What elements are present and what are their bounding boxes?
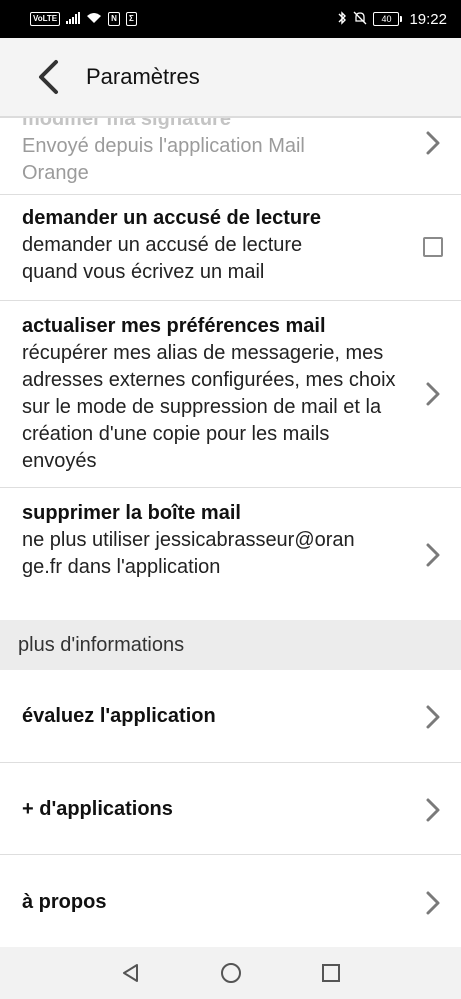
triangle-back-icon bbox=[122, 964, 138, 982]
delete-mailbox-row[interactable]: supprimer la boîte mail ne plus utiliser… bbox=[0, 488, 461, 620]
refresh-preferences-title: actualiser mes préférences mail bbox=[22, 315, 326, 337]
page-title: Paramètres bbox=[86, 64, 200, 89]
wifi-icon bbox=[86, 12, 102, 26]
app-bar: Paramètres bbox=[0, 38, 461, 118]
back-button[interactable] bbox=[18, 47, 78, 107]
signal-icon bbox=[66, 12, 81, 26]
chevron-right-icon bbox=[426, 382, 440, 406]
status-right: 40 19:22 bbox=[337, 11, 447, 28]
nfc-icon: N bbox=[108, 12, 120, 26]
status-bar: VoLTE N Σ 40 19:22 bbox=[0, 0, 461, 38]
bluetooth-icon bbox=[337, 11, 347, 27]
battery-level: 40 bbox=[381, 14, 392, 24]
signature-row[interactable]: modifier ma signature Envoyé depuis l'ap… bbox=[0, 118, 461, 195]
rate-app-label: évaluez l'application bbox=[22, 705, 216, 727]
square-recents-icon bbox=[321, 964, 340, 982]
read-receipt-description: demander un accusé de lecture quand vous… bbox=[22, 234, 303, 283]
signature-description: Envoyé depuis l'application Mail Orange bbox=[22, 135, 305, 184]
about-label: à propos bbox=[22, 891, 107, 913]
battery-icon: 40 bbox=[373, 12, 403, 26]
more-apps-row[interactable]: + d'applications bbox=[0, 763, 461, 855]
delete-mailbox-description: ne plus utiliser jessicabrasseur@orange.… bbox=[22, 529, 355, 578]
chevron-right-icon bbox=[426, 131, 440, 155]
chevron-right-icon bbox=[426, 705, 440, 729]
sigma-icon: Σ bbox=[125, 12, 137, 26]
chevron-right-icon bbox=[426, 891, 440, 915]
chevron-right-icon bbox=[426, 798, 440, 822]
chevron-left-icon bbox=[39, 60, 58, 94]
read-receipt-checkbox[interactable] bbox=[423, 237, 443, 257]
signature-title: modifier ma signature bbox=[22, 118, 231, 130]
nav-back-button[interactable] bbox=[81, 947, 181, 999]
settings-list: modifier ma signature Envoyé depuis l'ap… bbox=[0, 118, 461, 947]
status-left: VoLTE N Σ bbox=[30, 12, 137, 26]
status-time: 19:22 bbox=[409, 10, 447, 28]
circle-home-icon bbox=[220, 963, 241, 983]
read-receipt-title: demander un accusé de lecture bbox=[22, 207, 322, 229]
rate-app-row[interactable]: évaluez l'application bbox=[0, 670, 461, 763]
nav-recents-button[interactable] bbox=[281, 947, 381, 999]
more-apps-label: + d'applications bbox=[22, 798, 173, 820]
chevron-right-icon bbox=[426, 543, 440, 567]
read-receipt-row[interactable]: demander un accusé de lecture demander u… bbox=[0, 195, 461, 301]
volte-icon: VoLTE bbox=[30, 12, 61, 26]
muted-bell-icon bbox=[353, 11, 367, 27]
section-header-more-info: plus d'informations bbox=[0, 620, 461, 670]
delete-mailbox-title: supprimer la boîte mail bbox=[22, 502, 241, 524]
refresh-preferences-description: récupérer mes alias de messagerie, mes a… bbox=[22, 342, 396, 472]
about-row[interactable]: à propos bbox=[0, 855, 461, 947]
refresh-preferences-row[interactable]: actualiser mes préférences mail récupére… bbox=[0, 301, 461, 488]
nav-home-button[interactable] bbox=[181, 947, 281, 999]
system-nav-bar bbox=[0, 947, 461, 999]
